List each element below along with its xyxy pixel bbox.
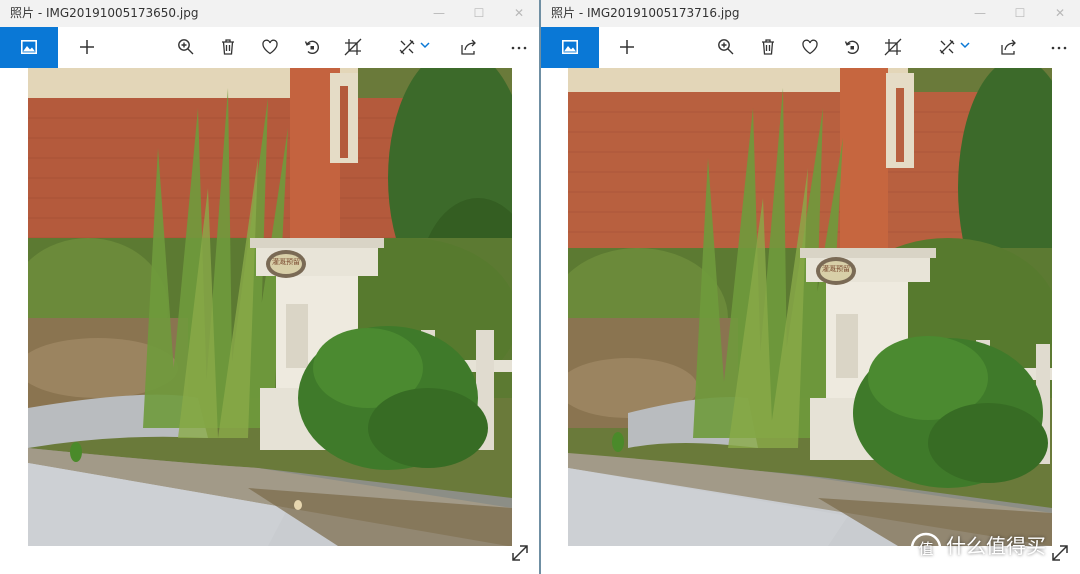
chevron-down-icon	[960, 42, 970, 49]
title-bar[interactable]: 照片 - IMG20191005173650.jpg — ☐ ✕	[0, 0, 539, 27]
favorite-button[interactable]	[253, 27, 287, 68]
rotate-button[interactable]	[295, 27, 329, 68]
window-title: 照片 - IMG20191005173716.jpg	[551, 6, 740, 20]
delete-button[interactable]	[211, 27, 245, 68]
screen: 照片 - IMG20191005173650.jpg — ☐ ✕ 灌溉预留 照片…	[0, 0, 1080, 574]
share-button[interactable]	[992, 27, 1026, 68]
image-viewer: 灌溉预留	[541, 68, 1080, 574]
rotate-icon	[844, 40, 859, 54]
title-bar[interactable]: 照片 - IMG20191005173716.jpg — ☐ ✕	[541, 0, 1080, 27]
pedestal-sign-text: 灌溉预留	[822, 264, 850, 273]
favorite-button[interactable]	[793, 27, 827, 68]
gallery-icon	[562, 40, 578, 54]
delete-icon	[222, 39, 234, 55]
favorite-icon	[802, 39, 818, 55]
photo[interactable]: 灌溉预留	[28, 68, 512, 546]
photo-scene: 灌溉预留	[28, 68, 512, 546]
more-icon	[1051, 46, 1067, 50]
edit-icon	[399, 39, 415, 55]
window-title: 照片 - IMG20191005173650.jpg	[10, 6, 199, 20]
add-icon	[620, 40, 634, 54]
toolbar	[541, 27, 1080, 68]
share-icon	[461, 39, 476, 55]
crop-icon	[344, 38, 362, 56]
maximize-button[interactable]: ☐	[1000, 0, 1040, 27]
watermark-logo-icon: 值	[910, 532, 942, 563]
photo-scene: 灌溉预留	[568, 68, 1052, 546]
gallery-icon	[21, 40, 37, 54]
crop-button[interactable]	[336, 27, 370, 68]
photo[interactable]: 灌溉预留	[568, 68, 1052, 546]
edit-icon	[939, 39, 955, 55]
delete-button[interactable]	[751, 27, 785, 68]
crop-icon	[884, 38, 902, 56]
gallery-button[interactable]	[541, 27, 599, 68]
minimize-button[interactable]: —	[419, 0, 459, 27]
share-button[interactable]	[452, 27, 486, 68]
zoom-in-icon	[718, 39, 734, 55]
add-button[interactable]	[610, 27, 644, 68]
chevron-down-icon	[420, 42, 430, 49]
photos-window-right: 照片 - IMG20191005173716.jpg — ☐ ✕ 灌溉预留	[541, 0, 1080, 574]
watermark-logo-text: 值	[918, 540, 933, 558]
watermark: 值 什么值得买	[910, 529, 1046, 563]
zoom-button[interactable]	[709, 27, 743, 68]
delete-icon	[762, 39, 774, 55]
edit-button[interactable]	[930, 27, 978, 68]
zoom-in-icon	[178, 39, 194, 55]
add-button[interactable]	[70, 27, 104, 68]
image-viewer: 灌溉预留	[0, 68, 539, 574]
fullscreen-icon[interactable]	[1050, 543, 1070, 563]
edit-button[interactable]	[390, 27, 438, 68]
close-button[interactable]: ✕	[499, 0, 539, 27]
watermark-text: 什么值得买	[946, 534, 1046, 558]
crop-button[interactable]	[876, 27, 910, 68]
rotate-icon	[304, 40, 319, 54]
zoom-button[interactable]	[169, 27, 203, 68]
more-button[interactable]	[1042, 27, 1076, 68]
toolbar	[0, 27, 539, 68]
more-button[interactable]	[502, 27, 536, 68]
rotate-button[interactable]	[835, 27, 869, 68]
minimize-button[interactable]: —	[960, 0, 1000, 27]
photos-window-left: 照片 - IMG20191005173650.jpg — ☐ ✕ 灌溉预留	[0, 0, 539, 574]
fullscreen-icon[interactable]	[510, 543, 530, 563]
favorite-icon	[262, 39, 278, 55]
close-button[interactable]: ✕	[1040, 0, 1080, 27]
more-icon	[511, 46, 527, 50]
gallery-button[interactable]	[0, 27, 58, 68]
maximize-button[interactable]: ☐	[459, 0, 499, 27]
share-icon	[1001, 39, 1016, 55]
pedestal-sign-text: 灌溉预留	[272, 257, 300, 266]
add-icon	[80, 40, 94, 54]
